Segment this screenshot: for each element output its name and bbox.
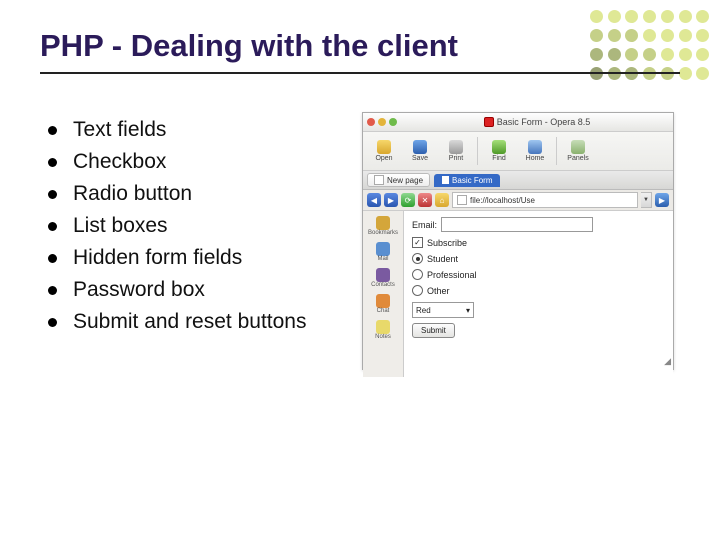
minimize-icon[interactable] bbox=[378, 118, 386, 126]
sidebar-item-chat[interactable]: Chat bbox=[363, 291, 403, 317]
go-button[interactable]: ▶ bbox=[655, 193, 669, 207]
reload-button[interactable]: ⟳ bbox=[401, 193, 415, 207]
separator bbox=[477, 137, 478, 165]
save-button[interactable]: Save bbox=[403, 135, 437, 167]
tab-basic-form[interactable]: Basic Form bbox=[434, 174, 500, 187]
open-button[interactable]: Open bbox=[367, 135, 401, 167]
contacts-icon bbox=[376, 268, 390, 282]
notes-icon bbox=[376, 320, 390, 334]
new-page-button[interactable]: New page bbox=[367, 173, 430, 187]
opera-icon bbox=[484, 117, 494, 127]
sidebar-item-mail[interactable]: Mail bbox=[363, 239, 403, 265]
close-icon[interactable] bbox=[367, 118, 375, 126]
bookmarks-icon bbox=[376, 216, 390, 230]
subscribe-checkbox[interactable]: ✓ bbox=[412, 237, 423, 248]
document-icon bbox=[374, 175, 384, 185]
separator bbox=[556, 137, 557, 165]
email-label: Email: bbox=[412, 220, 437, 230]
sidebar-item-bookmarks[interactable]: Bookmarks bbox=[363, 213, 403, 239]
window-titlebar: Basic Form - Opera 8.5 bbox=[363, 113, 673, 132]
subscribe-label: Subscribe bbox=[427, 238, 467, 248]
list-item: Hidden form fields bbox=[48, 246, 358, 270]
tab-bar: New page Basic Form bbox=[363, 171, 673, 190]
page-icon bbox=[457, 195, 467, 205]
stop-button[interactable]: ✕ bbox=[418, 193, 432, 207]
zoom-icon[interactable] bbox=[389, 118, 397, 126]
list-item: Checkbox bbox=[48, 150, 358, 174]
disk-icon bbox=[413, 140, 427, 154]
home-nav-button[interactable]: ⌂ bbox=[435, 193, 449, 207]
sidebar-item-contacts[interactable]: Contacts bbox=[363, 265, 403, 291]
list-item: Password box bbox=[48, 278, 358, 302]
list-item: Submit and reset buttons bbox=[48, 310, 358, 334]
home-button[interactable]: Home bbox=[518, 135, 552, 167]
printer-icon bbox=[449, 140, 463, 154]
chat-icon bbox=[376, 294, 390, 308]
find-button[interactable]: Find bbox=[482, 135, 516, 167]
bullet-list: Text fields Checkbox Radio button List b… bbox=[48, 110, 358, 342]
traffic-lights[interactable] bbox=[367, 118, 397, 126]
sidebar-item-notes[interactable]: Notes bbox=[363, 317, 403, 343]
home-icon bbox=[528, 140, 542, 154]
panels-icon bbox=[571, 140, 585, 154]
browser-sidebar: Bookmarks Mail Contacts Chat Notes bbox=[363, 211, 404, 377]
submit-button[interactable]: Submit bbox=[412, 323, 455, 338]
address-dropdown[interactable]: ▼ bbox=[641, 192, 652, 208]
address-input[interactable]: file://localhost/Use bbox=[452, 192, 638, 208]
list-item: Text fields bbox=[48, 118, 358, 142]
form-page: Email: ✓ Subscribe Student Professional … bbox=[404, 211, 673, 377]
forward-button[interactable]: ▶ bbox=[384, 193, 398, 207]
mail-icon bbox=[376, 242, 390, 256]
window-title: Basic Form - Opera 8.5 bbox=[497, 117, 591, 127]
browser-mockup: Basic Form - Opera 8.5 Open Save Print F… bbox=[362, 112, 674, 370]
list-item: List boxes bbox=[48, 214, 358, 238]
panels-button[interactable]: Panels bbox=[561, 135, 595, 167]
address-bar: ◀ ▶ ⟳ ✕ ⌂ file://localhost/Use ▼ ▶ bbox=[363, 190, 673, 211]
resize-handle[interactable]: ◢ bbox=[664, 356, 671, 367]
chevron-down-icon: ▾ bbox=[466, 306, 470, 315]
print-button[interactable]: Print bbox=[439, 135, 473, 167]
back-button[interactable]: ◀ bbox=[367, 193, 381, 207]
radio-other[interactable] bbox=[412, 285, 423, 296]
browser-toolbar: Open Save Print Find Home Panels bbox=[363, 132, 673, 171]
email-field[interactable] bbox=[441, 217, 593, 232]
radio-student[interactable] bbox=[412, 253, 423, 264]
find-icon bbox=[492, 140, 506, 154]
radio-professional[interactable] bbox=[412, 269, 423, 280]
document-icon bbox=[442, 176, 449, 184]
slide-title: PHP - Dealing with the client bbox=[40, 28, 680, 74]
list-item: Radio button bbox=[48, 182, 358, 206]
folder-icon bbox=[377, 140, 391, 154]
color-select[interactable]: Red ▾ bbox=[412, 302, 474, 318]
